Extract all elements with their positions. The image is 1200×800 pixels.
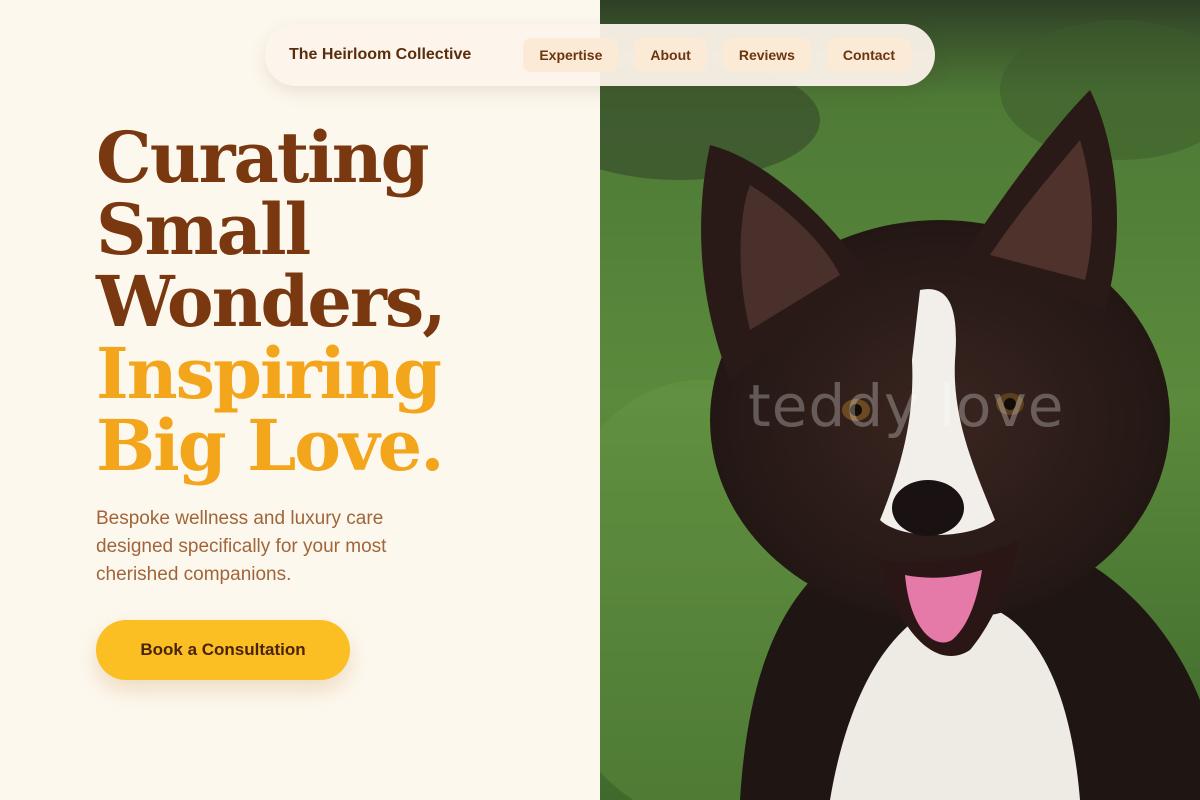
nav-links: Expertise About Reviews Contact [523, 38, 911, 72]
nav-link-about[interactable]: About [634, 38, 707, 72]
headline-accent-line-1: Inspiring [96, 332, 442, 415]
headline-accent-line-2: Big Love. [96, 404, 445, 487]
top-navigation: The Heirloom Collective Expertise About … [265, 24, 935, 86]
book-consultation-button[interactable]: Book a Consultation [96, 620, 350, 680]
brand-name[interactable]: The Heirloom Collective [289, 46, 471, 64]
dog-illustration [600, 0, 1200, 800]
hero-headline: Curating Small Wonders, Inspiring Big Lo… [96, 116, 447, 487]
nav-link-contact[interactable]: Contact [826, 38, 911, 72]
hero-photo [600, 0, 1200, 800]
hero-subtitle: Bespoke wellness and luxury care designe… [96, 508, 387, 585]
page: teddy love The Heirloom Collective Exper… [0, 0, 1200, 800]
headline-line-1: Curating [96, 116, 430, 199]
headline-line-3: Wonders, [96, 260, 447, 343]
nav-link-reviews[interactable]: Reviews [722, 38, 811, 72]
nav-link-expertise[interactable]: Expertise [523, 38, 619, 72]
headline-line-2: Small [96, 188, 311, 271]
